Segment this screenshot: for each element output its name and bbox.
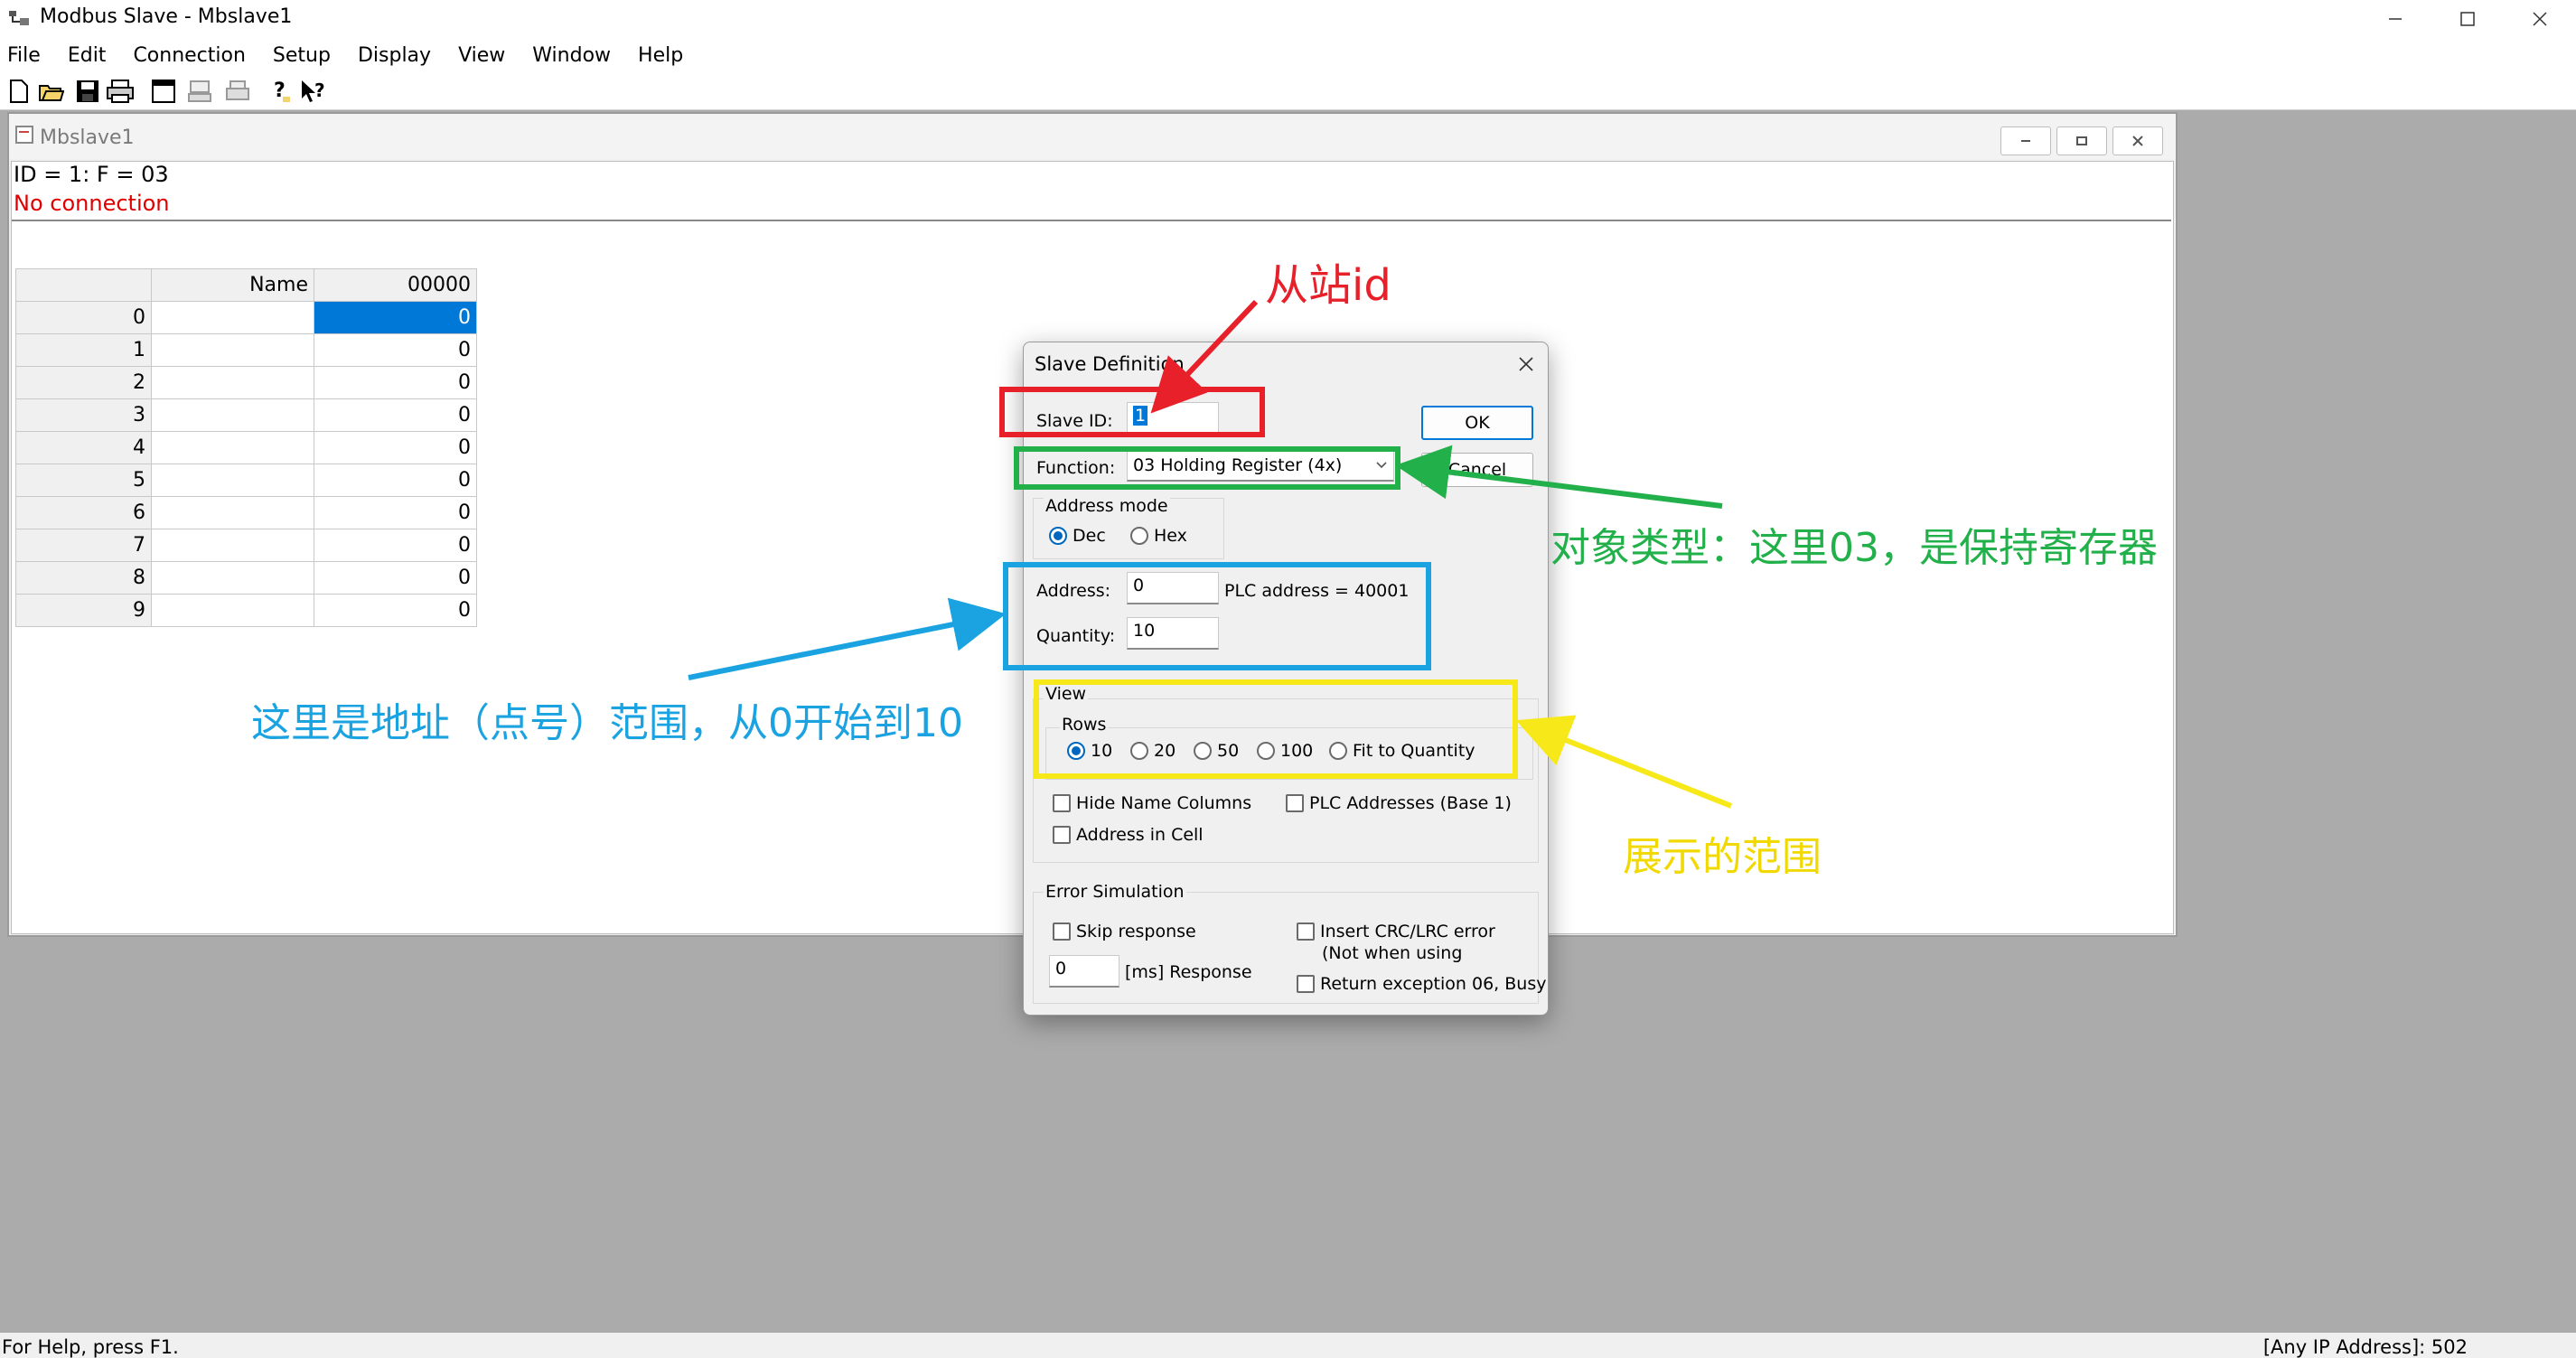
annotation-text-view-range: 展示的范围 xyxy=(1623,834,1822,880)
arrow-slave-id xyxy=(1150,299,1259,414)
annotation-arrows xyxy=(688,299,1733,809)
annotation-text-function: 对象类型：这里03，是保持寄存器 xyxy=(1550,525,2158,571)
arrow-address xyxy=(688,597,1007,680)
arrow-view xyxy=(1515,715,1733,809)
annotation-text-address-range: 这里是地址（点号）范围，从0开始到10 xyxy=(251,700,963,746)
arrow-function xyxy=(1395,445,1723,509)
annotation-text-slave-id: 从站id xyxy=(1265,260,1391,311)
